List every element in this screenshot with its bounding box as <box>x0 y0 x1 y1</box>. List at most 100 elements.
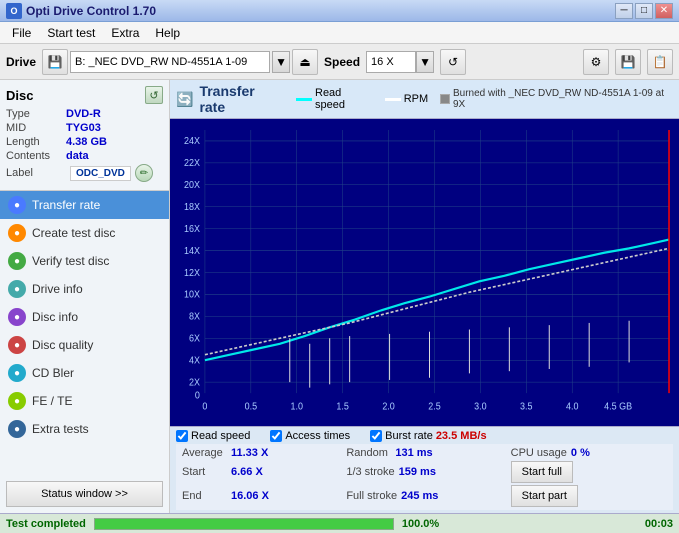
disc-panel: Disc ↺ Type DVD-R MID TYG03 Length 4.38 … <box>0 80 169 191</box>
cpu-label: CPU usage <box>511 447 567 459</box>
nav-cd-bler[interactable]: ● CD Bler <box>0 359 169 387</box>
random-label: Random <box>346 447 391 459</box>
fe-te-icon: ● <box>8 392 26 410</box>
menu-start-test[interactable]: Start test <box>39 24 103 42</box>
chart-header: 🔄 Transfer rate Read speed RPM Burned wi… <box>170 80 679 119</box>
menu-extra[interactable]: Extra <box>103 24 147 42</box>
stat-random: Random 131 ms <box>346 447 502 459</box>
nav-disc-quality-label: Disc quality <box>32 338 93 352</box>
drive-icon[interactable]: 💾 <box>42 49 68 75</box>
disc-quality-icon: ● <box>8 336 26 354</box>
average-value: 11.33 X <box>231 447 281 459</box>
disc-length-value: 4.38 GB <box>66 136 107 148</box>
sidebar: Disc ↺ Type DVD-R MID TYG03 Length 4.38 … <box>0 80 170 513</box>
svg-text:22X: 22X <box>184 157 201 169</box>
disc-label-label: Label <box>6 167 66 179</box>
nav-drive-info-label: Drive info <box>32 282 83 296</box>
nav-create-test-disc[interactable]: ● Create test disc <box>0 219 169 247</box>
nav-extra-tests[interactable]: ● Extra tests <box>0 415 169 443</box>
speed-dropdown[interactable]: 16 X <box>366 51 416 73</box>
menu-file[interactable]: File <box>4 24 39 42</box>
nav-items: ● Transfer rate ● Create test disc ● Ver… <box>0 191 169 475</box>
speed-dropdown-arrow[interactable]: ▼ <box>416 51 434 73</box>
legend-burned-color <box>440 94 450 104</box>
svg-text:1.5: 1.5 <box>336 400 348 412</box>
burst-rate-value: 23.5 MB/s <box>436 430 487 442</box>
nav-fe-te[interactable]: ● FE / TE <box>0 387 169 415</box>
nav-verify-test-disc[interactable]: ● Verify test disc <box>0 247 169 275</box>
read-speed-checkbox-item: Read speed <box>176 430 250 442</box>
disc-mid-value: TYG03 <box>66 122 101 134</box>
main-area: Disc ↺ Type DVD-R MID TYG03 Length 4.38 … <box>0 80 679 513</box>
legend-rpm: RPM <box>385 87 428 111</box>
close-button[interactable]: ✕ <box>655 3 673 19</box>
svg-text:4.0: 4.0 <box>566 400 578 412</box>
svg-text:0: 0 <box>195 389 200 401</box>
menu-help[interactable]: Help <box>147 24 188 42</box>
save-icon[interactable]: 💾 <box>615 49 641 75</box>
end-label: End <box>182 490 227 502</box>
full-stroke-value: 245 ms <box>401 490 451 502</box>
drive-info-icon: ● <box>8 280 26 298</box>
nav-create-test-disc-label: Create test disc <box>32 226 115 240</box>
svg-text:10X: 10X <box>184 288 201 300</box>
disc-contents-label: Contents <box>6 150 66 162</box>
menubar: File Start test Extra Help <box>0 22 679 44</box>
start-part-button[interactable]: Start part <box>511 485 578 507</box>
maximize-button[interactable]: □ <box>635 3 653 19</box>
svg-text:16X: 16X <box>184 223 201 235</box>
legend-read-speed-color <box>296 98 312 101</box>
stroke13-value: 159 ms <box>399 466 449 478</box>
create-test-disc-icon: ● <box>8 224 26 242</box>
disc-label-badge: ODC_DVD <box>70 166 131 181</box>
app-title: Opti Drive Control 1.70 <box>26 4 156 18</box>
legend-burned-with: Burned with _NEC DVD_RW ND-4551A 1-09 at… <box>440 87 673 111</box>
nav-transfer-rate-label: Transfer rate <box>32 198 100 212</box>
disc-type-value: DVD-R <box>66 108 101 120</box>
disc-contents-value: data <box>66 150 89 162</box>
chart-legend: Read speed RPM Burned with _NEC DVD_RW N… <box>296 87 673 111</box>
disc-label-icon[interactable]: ✏ <box>135 164 153 182</box>
access-times-checkbox[interactable] <box>270 430 282 442</box>
drivebar: Drive 💾 B: _NEC DVD_RW ND-4551A 1-09 ▼ ⏏… <box>0 44 679 80</box>
drive-dropdown[interactable]: B: _NEC DVD_RW ND-4551A 1-09 <box>70 51 270 73</box>
chart-controls: Read speed Access times Burst rate 23.5 … <box>170 426 679 513</box>
drive-dropdown-arrow[interactable]: ▼ <box>272 51 290 73</box>
legend-burned-label: Burned with _NEC DVD_RW ND-4551A 1-09 at… <box>453 88 673 110</box>
nav-disc-info-label: Disc info <box>32 310 78 324</box>
drive-eject-icon[interactable]: ⏏ <box>292 49 318 75</box>
progress-percent: 100.0% <box>402 518 439 530</box>
stat-stroke13: 1/3 stroke 159 ms <box>346 461 502 483</box>
disc-title: Disc <box>6 88 33 103</box>
svg-text:4X: 4X <box>189 354 201 366</box>
random-value: 131 ms <box>395 447 445 459</box>
status-window-button[interactable]: Status window >> <box>6 481 163 507</box>
disc-length-label: Length <box>6 136 66 148</box>
access-times-checkbox-label: Access times <box>285 430 350 442</box>
svg-text:6X: 6X <box>189 332 201 344</box>
burst-rate-checkbox[interactable] <box>370 430 382 442</box>
refresh-icon[interactable]: ↺ <box>440 49 466 75</box>
svg-text:18X: 18X <box>184 201 201 213</box>
svg-text:1.0: 1.0 <box>291 400 303 412</box>
svg-text:2.5: 2.5 <box>428 400 440 412</box>
titlebar-controls: ─ □ ✕ <box>615 3 673 19</box>
disc-refresh-button[interactable]: ↺ <box>145 86 163 104</box>
nav-disc-quality[interactable]: ● Disc quality <box>0 331 169 359</box>
chart-area: 24X 22X 20X 18X 16X 14X 12X 10X 8X 6X 4X… <box>170 119 679 426</box>
cd-bler-icon: ● <box>8 364 26 382</box>
stat-start: Start 6.66 X <box>182 461 338 483</box>
options-icon[interactable]: ⚙ <box>583 49 609 75</box>
legend-rpm-label: RPM <box>404 93 428 105</box>
nav-drive-info[interactable]: ● Drive info <box>0 275 169 303</box>
start-full-button[interactable]: Start full <box>511 461 573 483</box>
svg-text:20X: 20X <box>184 179 201 191</box>
read-speed-checkbox[interactable] <box>176 430 188 442</box>
progress-fill <box>95 519 393 529</box>
access-times-checkbox-item: Access times <box>270 430 350 442</box>
nav-verify-test-disc-label: Verify test disc <box>32 254 109 268</box>
nav-transfer-rate[interactable]: ● Transfer rate <box>0 191 169 219</box>
nav-disc-info[interactable]: ● Disc info <box>0 303 169 331</box>
minimize-button[interactable]: ─ <box>615 3 633 19</box>
export-icon[interactable]: 📋 <box>647 49 673 75</box>
